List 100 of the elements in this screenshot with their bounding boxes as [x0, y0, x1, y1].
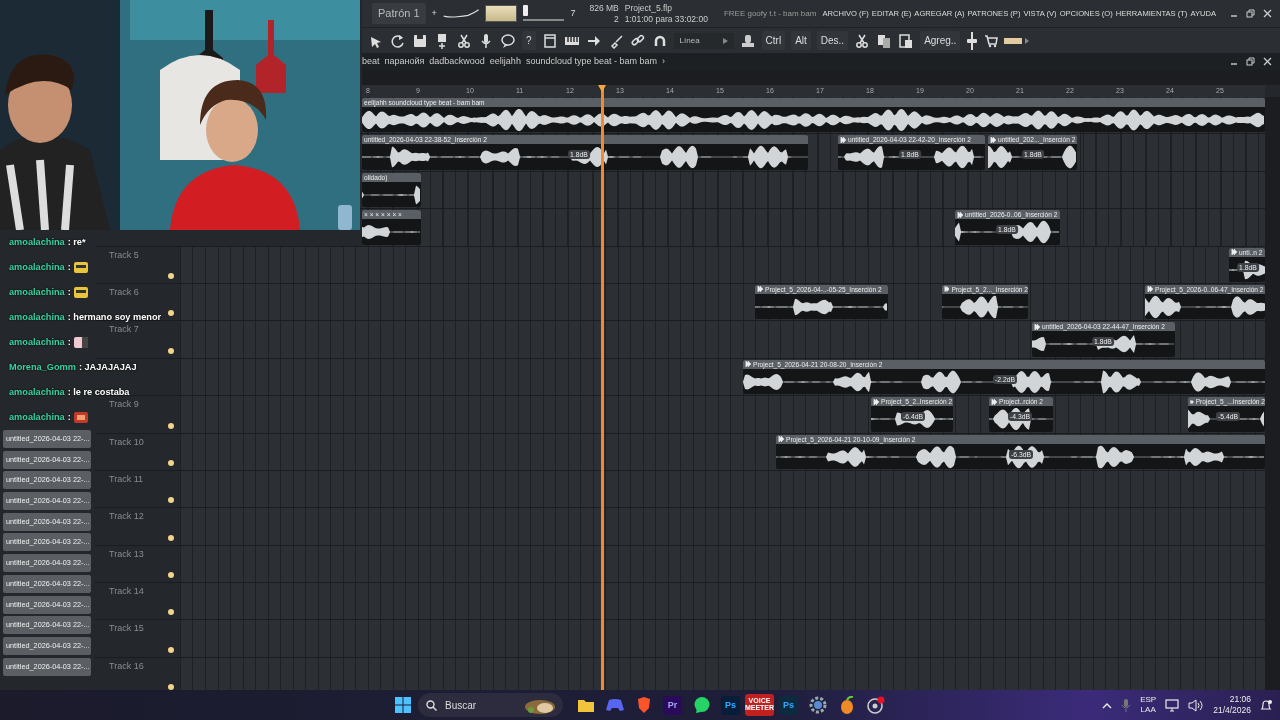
track-name[interactable]: Track 14 [109, 585, 144, 599]
track-name[interactable]: Track 5 [109, 248, 139, 263]
arrow-icon[interactable] [745, 361, 751, 368]
track-led[interactable] [168, 572, 174, 579]
language-indicator[interactable]: ESP [1140, 695, 1157, 705]
modifier-button[interactable]: Ctrl [761, 31, 786, 50]
track-led[interactable] [168, 497, 174, 504]
chat-bubble-icon[interactable] [692, 696, 711, 714]
arrow-icon[interactable] [757, 286, 763, 293]
track-led[interactable] [168, 347, 174, 354]
arrow-icon[interactable] [873, 398, 879, 405]
chat-username[interactable]: Morena_Gomm [9, 360, 76, 375]
modifier-button[interactable]: Alt [791, 31, 811, 50]
copy-icon[interactable] [876, 32, 893, 49]
arrow-icon[interactable] [991, 398, 997, 405]
arrow-icon[interactable] [957, 211, 963, 218]
app-icon-label[interactable]: Ps [779, 695, 798, 715]
arrow-icon[interactable] [1190, 398, 1194, 405]
window-icon[interactable] [541, 32, 558, 49]
network-icon[interactable] [1165, 698, 1180, 712]
gear-icon[interactable] [808, 696, 827, 714]
arrow-icon[interactable] [778, 436, 784, 442]
arrow-icon[interactable] [1147, 286, 1153, 293]
caret-icon [722, 37, 728, 44]
playhead[interactable] [598, 85, 607, 690]
chat-username[interactable]: amoalachina [9, 260, 65, 275]
app-icon-label[interactable]: Ps [721, 695, 740, 715]
color-swatch-icon[interactable] [1004, 35, 1031, 46]
track-led[interactable] [168, 646, 174, 653]
scrollbar[interactable] [1265, 97, 1280, 690]
fruit-icon[interactable] [838, 696, 855, 714]
breadcrumb-item[interactable]: soundcloud type beat - bam bam [525, 54, 657, 69]
help-button[interactable]: ? [522, 31, 536, 50]
chat-username[interactable]: amoalachina [9, 335, 65, 350]
save-icon[interactable] [412, 32, 428, 49]
controller-icon[interactable] [605, 698, 624, 712]
restore-icon[interactable] [1246, 57, 1255, 66]
clock-date[interactable]: 21/4/2026 [1213, 705, 1251, 716]
track-name[interactable]: Track 7 [109, 323, 139, 337]
speech-bubble-icon[interactable] [500, 32, 516, 49]
shield-icon[interactable] [635, 696, 652, 714]
keyboard-layout[interactable]: LAA [1140, 705, 1156, 715]
breadcrumb-item[interactable]: паранойя [384, 54, 425, 69]
stamp-icon[interactable] [739, 32, 756, 49]
modifier-button[interactable]: Des.. [816, 31, 849, 50]
link-icon[interactable] [629, 32, 646, 49]
record-icon[interactable] [866, 696, 885, 714]
close-icon[interactable] [1263, 57, 1272, 66]
cart-icon[interactable] [984, 33, 999, 48]
chat-username[interactable]: amoalachina [9, 385, 65, 400]
chevron-up-icon[interactable] [1102, 701, 1113, 709]
clock-time[interactable]: 21:06 [1229, 694, 1251, 705]
chat-username[interactable]: amoalachina [9, 410, 65, 425]
start-icon[interactable] [394, 696, 412, 714]
track-led[interactable] [168, 272, 174, 279]
emote-icon [73, 262, 88, 273]
microphone-icon[interactable] [478, 32, 494, 49]
close-icon[interactable] [1263, 9, 1272, 18]
pattern-selector[interactable]: Patrón 1 [372, 3, 426, 24]
add-button[interactable]: Agreg.. [920, 31, 961, 50]
refresh-icon[interactable] [390, 32, 406, 49]
add-pattern-button[interactable]: + [431, 6, 437, 21]
arrow-icon[interactable] [944, 286, 950, 293]
scissors-icon[interactable] [456, 32, 472, 49]
arrow-icon[interactable] [840, 136, 846, 143]
track-name[interactable]: Track 10 [109, 435, 144, 449]
track-name[interactable]: Track 15 [109, 622, 144, 636]
notification-icon[interactable] [1260, 698, 1272, 712]
track-led[interactable] [168, 459, 174, 466]
chat-username[interactable]: amoalachina [9, 235, 65, 250]
track-name[interactable]: Track 9 [109, 398, 139, 412]
breadcrumb-item[interactable]: beat [362, 54, 380, 69]
track-name[interactable]: Track 16 [109, 659, 144, 674]
track-led[interactable] [168, 534, 174, 541]
snap-selector[interactable]: Línea [673, 32, 734, 49]
arrow-icon[interactable] [990, 136, 996, 143]
breadcrumb-item[interactable]: dadbackwood [429, 54, 485, 69]
chat-username[interactable]: amoalachina [9, 285, 65, 300]
scissors-icon[interactable] [854, 32, 871, 49]
master-slider[interactable] [522, 3, 565, 24]
track-name[interactable]: Track 13 [109, 547, 144, 562]
track-name[interactable]: Track 11 [109, 472, 143, 487]
paste-icon[interactable] [898, 32, 915, 49]
track-name[interactable]: Track 6 [109, 285, 139, 300]
track-name[interactable]: Track 12 [109, 510, 144, 524]
speaker-icon[interactable] [1188, 698, 1205, 712]
breadcrumb-arrow[interactable]: › [662, 54, 665, 69]
track-led[interactable] [168, 684, 174, 690]
chat-username[interactable]: amoalachina [9, 310, 65, 325]
app-icon-label[interactable]: Pr [663, 695, 682, 715]
arrow-icon[interactable] [1231, 249, 1237, 256]
track-led[interactable] [168, 422, 174, 429]
slider-icon[interactable] [966, 31, 979, 50]
track-led[interactable] [168, 310, 174, 317]
track-led[interactable] [168, 609, 174, 616]
restore-icon[interactable] [1246, 9, 1255, 18]
search-field[interactable]: Buscar [418, 693, 563, 717]
breadcrumb-item[interactable]: eelijahh [489, 54, 521, 69]
arrow-icon[interactable] [1034, 323, 1040, 330]
folder-icon[interactable] [576, 697, 595, 713]
